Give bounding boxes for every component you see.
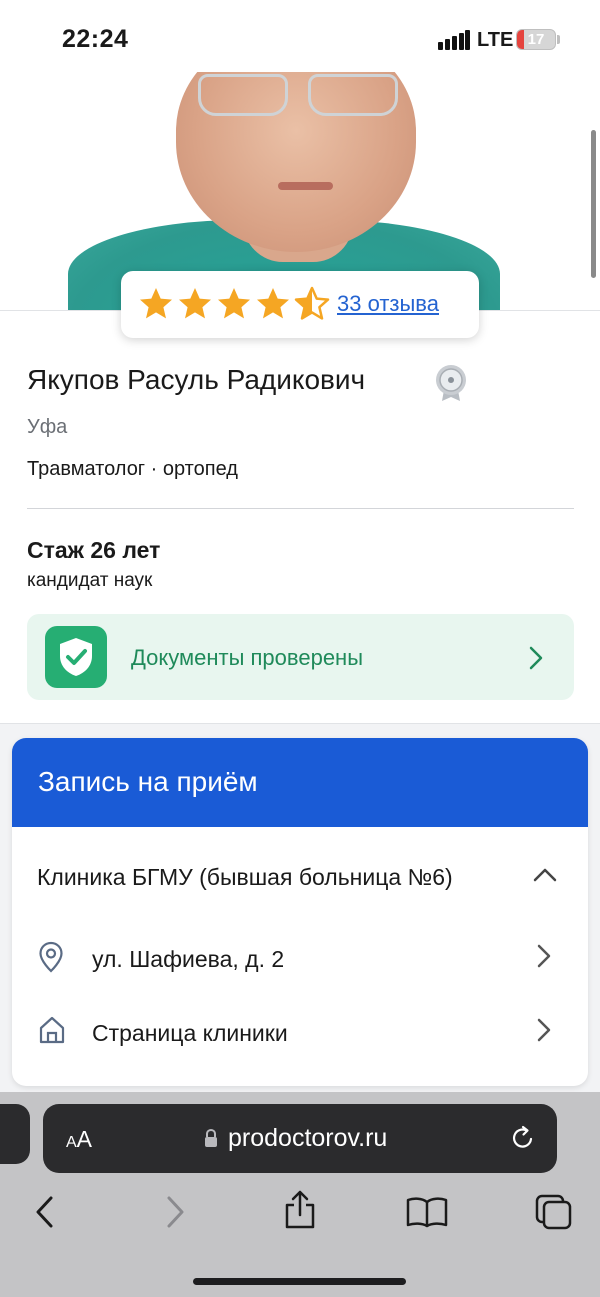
forward-icon[interactable] [164, 1194, 186, 1230]
doctor-specialty: Травматолог · ортопед [27, 458, 238, 480]
clinic-name[interactable]: Клиника БГМУ (бывшая больница №6) [37, 864, 453, 891]
star-icon [257, 288, 289, 319]
doctor-degree: кандидат наук [27, 570, 153, 591]
appointment-card: Запись на приём Клиника БГМУ (бывшая бол… [12, 738, 588, 1086]
lock-icon [205, 1128, 217, 1147]
chevron-right-icon [537, 1018, 551, 1042]
medal-icon[interactable] [434, 364, 468, 402]
scrollbar[interactable] [591, 130, 596, 278]
back-icon[interactable] [34, 1194, 56, 1230]
rating-stars [138, 286, 330, 322]
doctor-city: Уфа [27, 416, 68, 438]
half-star-icon [294, 286, 330, 320]
home-indicator[interactable] [193, 1278, 406, 1285]
doctor-experience: Стаж 26 лет [27, 537, 161, 563]
shield-check-icon [45, 626, 107, 688]
signal-icon [438, 30, 470, 50]
url-text: prodoctorov.ru [228, 1124, 388, 1152]
share-icon[interactable] [283, 1190, 317, 1230]
clinic-page-link: Страница клиники [92, 1020, 288, 1046]
star-icon [179, 288, 211, 319]
status-time: 22:24 [62, 25, 129, 53]
battery-icon: 17 [516, 29, 556, 50]
chevron-right-icon [537, 944, 551, 968]
battery-level: 17 [527, 31, 545, 48]
location-pin-icon [39, 941, 63, 973]
clinic-page-row[interactable]: Страница клиники [12, 1001, 588, 1061]
reviews-link[interactable]: 33 отзыва [337, 291, 439, 317]
reload-icon[interactable] [509, 1124, 537, 1152]
bookmarks-icon[interactable] [406, 1196, 448, 1228]
address-bar[interactable]: AA prodoctorov.ru [43, 1104, 557, 1173]
battery-tip [557, 35, 560, 44]
documents-verified-label: Документы проверены [131, 645, 364, 670]
status-bar: 22:24 LTE 17 [0, 0, 600, 72]
previous-tab-preview[interactable] [0, 1104, 30, 1164]
star-icon [140, 288, 172, 319]
home-icon [39, 1016, 65, 1044]
network-type: LTE [477, 29, 514, 51]
appointment-header: Запись на приём [12, 738, 588, 827]
doctor-name: Якупов Расуль Радикович [27, 364, 366, 395]
clinic-address-row[interactable]: ул. Шафиева, д. 2 [12, 927, 588, 987]
documents-verified-button[interactable]: Документы проверены [27, 614, 574, 700]
chevron-up-icon[interactable] [532, 866, 558, 884]
reader-settings-button[interactable]: AA [66, 1126, 92, 1153]
browser-chrome: AA prodoctorov.ru [0, 1092, 600, 1297]
divider [27, 508, 574, 509]
chevron-right-icon [529, 646, 543, 670]
doctor-info-card: Якупов Расуль Радикович Уфа Травматолог … [0, 310, 600, 724]
appointment-title: Запись на приём [38, 766, 258, 797]
star-icon [218, 288, 250, 319]
clinic-address: ул. Шафиева, д. 2 [92, 946, 285, 972]
rating-pill: 33 отзыва [121, 271, 479, 338]
tabs-icon[interactable] [535, 1194, 573, 1230]
